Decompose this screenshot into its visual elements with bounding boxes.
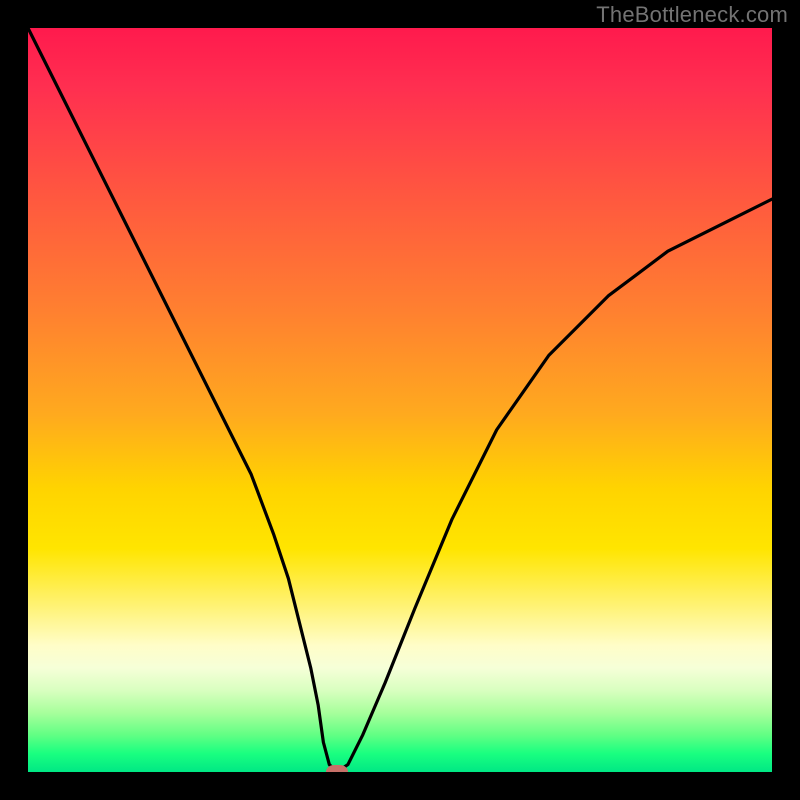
chart-frame: TheBottleneck.com [0, 0, 800, 800]
bottleneck-curve [28, 28, 772, 772]
watermark-text: TheBottleneck.com [596, 2, 788, 28]
minimum-marker [326, 765, 348, 772]
curve-path [28, 28, 772, 772]
plot-area [28, 28, 772, 772]
